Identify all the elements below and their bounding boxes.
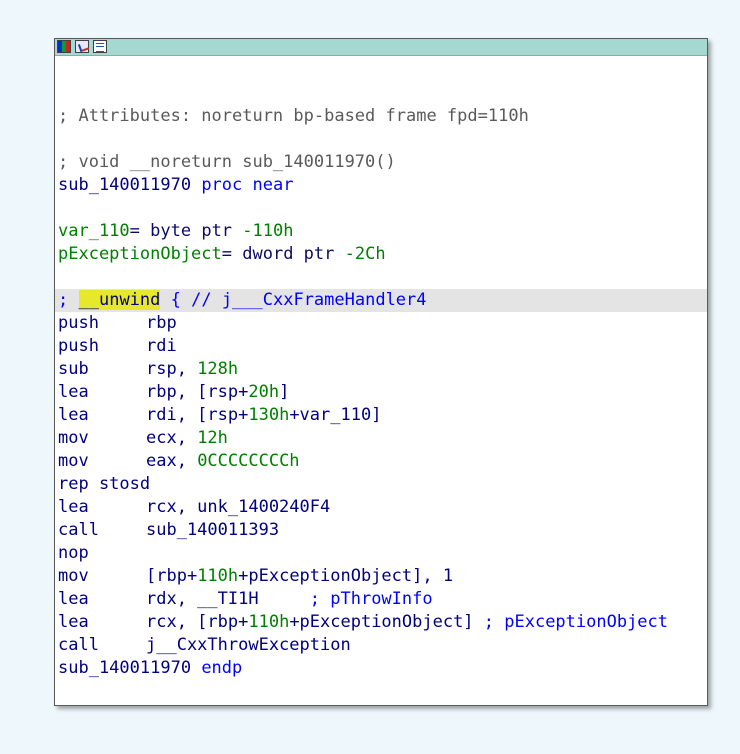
operand-text: [rbp+	[146, 566, 198, 586]
prototype-comment: ; void __noreturn sub_140011970()	[58, 152, 396, 172]
instruction-line[interactable]: sub rsp, 128h	[58, 358, 707, 381]
instruction-operands: rdi, [rsp+130h+var_110]	[146, 404, 381, 427]
instruction-mnemonic: lea	[58, 612, 89, 632]
instruction-line[interactable]: call sub_140011393	[58, 519, 707, 542]
disassembly-window: ; Attributes: noreturn bp-based frame fp…	[54, 38, 708, 706]
var-name[interactable]: var_110	[58, 221, 130, 241]
operand-suffix: +pExceptionObject] ; pExceptionObject	[289, 612, 669, 632]
instruction-line[interactable]: nop	[58, 542, 707, 565]
instruction-line[interactable]: call j__CxxThrowException	[58, 634, 707, 657]
instruction-line[interactable]: mov [rbp+110h+pExceptionObject], 1	[58, 565, 707, 588]
proc-end: sub_140011970 endp	[58, 657, 707, 680]
instruction-operands: sub_140011393	[146, 519, 279, 542]
instruction-mnemonic: push	[58, 313, 99, 333]
instruction-line[interactable]: lea rbp, [rsp+20h]	[58, 381, 707, 404]
operand-number: 110h	[197, 566, 239, 586]
instruction-mnemonic: mov	[58, 566, 89, 586]
instruction-operands: rdi	[146, 335, 177, 358]
operand-suffix: +pExceptionObject], 1	[238, 566, 454, 586]
var-value: -2Ch	[344, 244, 386, 264]
unwind-semicolon: ;	[58, 290, 69, 310]
endp-keyword: endp	[201, 658, 243, 678]
instruction-line[interactable]: mov ecx, 12h	[58, 427, 707, 450]
instruction-operands: eax, 0CCCCCCCCh	[146, 450, 300, 473]
edit-icon[interactable]	[75, 40, 89, 53]
operand-suffix: ; pThrowInfo	[309, 589, 433, 609]
listing-icon[interactable]	[93, 40, 107, 53]
graph-view-icon[interactable]	[57, 40, 71, 53]
instruction-mnemonic: nop	[58, 543, 89, 563]
operand-number: 130h	[248, 405, 290, 425]
var-eq: =	[129, 221, 140, 241]
operand-text: ecx,	[146, 428, 198, 448]
instruction-mnemonic: push	[58, 336, 99, 356]
proc-header: sub_140011970 proc near	[58, 174, 707, 197]
instruction-line[interactable]: lea rcx, unk_1400240F4	[58, 496, 707, 519]
instruction-operands: rbp	[146, 312, 177, 335]
operand-text: j__CxxThrowException	[146, 635, 351, 655]
instruction-line[interactable]: mov eax, 0CCCCCCCCh	[58, 450, 707, 473]
operand-number: 128h	[197, 359, 239, 379]
instruction-operands: ecx, 12h	[146, 427, 228, 450]
operand-text: eax,	[146, 451, 198, 471]
operand-text: rbp	[146, 313, 177, 333]
var-110-decl: var_110= byte ptr -110h	[58, 220, 707, 243]
var-eq: =	[221, 244, 233, 264]
pexception-decl: pExceptionObject= dword ptr -2Ch	[58, 243, 707, 266]
unwind-keyword-highlight[interactable]: __unwind	[78, 290, 161, 310]
operand-text: rdi, [rsp+	[146, 405, 249, 425]
instruction-line[interactable]: push rdi	[58, 335, 707, 358]
instruction-line[interactable]: lea rdi, [rsp+130h+var_110]	[58, 404, 707, 427]
var-type: byte ptr	[150, 221, 233, 241]
instruction-mnemonic: lea	[58, 382, 89, 402]
var-value: -110h	[242, 221, 294, 241]
instruction-line[interactable]: push rbp	[58, 312, 707, 335]
instruction-operands: j__CxxThrowException	[146, 634, 351, 657]
operand-text: rdx, __TI1H	[146, 589, 259, 609]
operand-text: rbp, [rsp+	[146, 382, 249, 402]
instruction-operands: [rbp+110h+pExceptionObject], 1	[146, 565, 453, 588]
instruction-mnemonic: lea	[58, 405, 89, 425]
instruction-mnemonic: call	[58, 635, 99, 655]
operand-number: 12h	[197, 428, 228, 448]
operand-suffix: ]	[279, 382, 290, 402]
attributes-comment: ; Attributes: noreturn bp-based frame fp…	[58, 106, 529, 126]
endp-name[interactable]: sub_140011970	[58, 658, 191, 678]
instruction-mnemonic: mov	[58, 451, 89, 471]
instruction-operands: rsp, 128h	[146, 358, 238, 381]
unwind-handler: { // j___CxxFrameHandler4	[170, 290, 427, 310]
instruction-mnemonic: mov	[58, 428, 89, 448]
var-type: dword ptr	[242, 244, 335, 264]
var-name[interactable]: pExceptionObject	[58, 244, 222, 264]
instruction-operands: rdx, __TI1H ; pThrowInfo	[146, 588, 433, 611]
operand-number: 0CCCCCCCCh	[197, 451, 300, 471]
operand-number: 110h	[248, 612, 290, 632]
operand-suffix: +var_110]	[289, 405, 382, 425]
operand-number: 20h	[248, 382, 280, 402]
operand-text: rsp,	[146, 359, 198, 379]
instruction-line[interactable]: rep stosd	[58, 473, 707, 496]
instruction-mnemonic: lea	[58, 589, 89, 609]
instruction-line[interactable]: lea rdx, __TI1H ; pThrowInfo	[58, 588, 707, 611]
operand-text: rcx, [rbp+	[146, 612, 249, 632]
proc-keyword: proc near	[201, 175, 294, 195]
instruction-mnemonic: lea	[58, 497, 89, 517]
instruction-mnemonic: sub	[58, 359, 89, 379]
operand-text: sub_140011393	[146, 520, 280, 540]
instruction-line[interactable]: lea rcx, [rbp+110h+pExceptionObject] ; pE…	[58, 611, 707, 634]
instruction-operands: rcx, [rbp+110h+pExceptionObject] ; pExce…	[146, 611, 668, 634]
proc-name[interactable]: sub_140011970	[58, 175, 191, 195]
instruction-operands: rbp, [rsp+20h]	[146, 381, 289, 404]
unwind-line[interactable]: ; __unwind { // j___CxxFrameHandler4	[55, 289, 707, 312]
operand-text: rdi	[146, 336, 177, 356]
instruction-operands: rcx, unk_1400240F4	[146, 496, 330, 519]
instruction-mnemonic: call	[58, 520, 99, 540]
window-titlebar	[55, 39, 707, 56]
instruction-mnemonic: rep stosd	[58, 474, 151, 494]
operand-text: rcx, unk_1400240F4	[146, 497, 331, 517]
